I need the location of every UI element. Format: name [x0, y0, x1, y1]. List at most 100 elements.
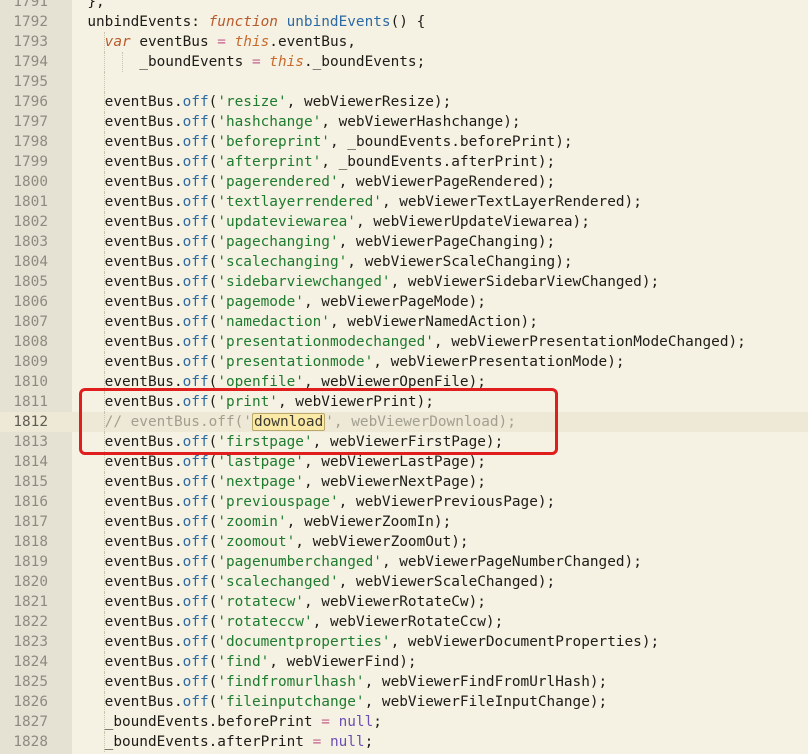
- code-line[interactable]: 1818 eventBus.off('zoomout', webViewerZo…: [0, 532, 808, 552]
- code-line[interactable]: 1801 eventBus.off('textlayerrendered', w…: [0, 192, 808, 212]
- code-token: 'beforeprint': [217, 134, 330, 150]
- code-line[interactable]: 1812 // eventBus.off(' download ', webView…: [0, 412, 808, 432]
- code-token: ;: [364, 734, 374, 750]
- code-token: eventBus.: [70, 314, 183, 330]
- code-token: 'openfile': [217, 374, 304, 390]
- code-line[interactable]: 1806 eventBus.off('pagemode', webViewerP…: [0, 292, 808, 312]
- code-text: // eventBus.off(' download ', webViewerDow…: [70, 412, 516, 432]
- code-token: ', webViewerDownload);: [325, 414, 516, 430]
- code-token: (: [208, 174, 218, 190]
- line-number: 1815: [13, 474, 48, 490]
- code-token: eventBus.: [70, 114, 183, 130]
- code-token: (: [208, 494, 218, 510]
- code-line[interactable]: 1815 eventBus.off('nextpage', webViewerN…: [0, 472, 808, 492]
- code-line[interactable]: 1825 eventBus.off('findfromurlhash', web…: [0, 672, 808, 692]
- code-token: =: [321, 714, 330, 730]
- code-token: off: [182, 214, 209, 230]
- code-line[interactable]: 1813 eventBus.off('firstpage', webViewer…: [0, 432, 808, 452]
- code-token: , webViewerPresentationModeChanged);: [433, 334, 746, 350]
- line-number: 1820: [13, 574, 48, 590]
- code-line[interactable]: 1803 eventBus.off('pagechanging', webVie…: [0, 232, 808, 252]
- code-token: 'find': [217, 654, 270, 670]
- code-line[interactable]: 1810 eventBus.off('openfile', webViewerO…: [0, 372, 808, 392]
- code-token: , webViewerFirstPage);: [312, 434, 504, 450]
- code-token: 'lastpage': [217, 454, 304, 470]
- code-token: eventBus.: [70, 214, 183, 230]
- code-text: eventBus.off('hashchange', webViewerHash…: [70, 112, 521, 132]
- code-token: , webViewerPresentationMode);: [373, 354, 625, 370]
- code-line[interactable]: 1814 eventBus.off('lastpage', webViewerL…: [0, 452, 808, 472]
- code-line[interactable]: 1805 eventBus.off('sidebarviewchanged', …: [0, 272, 808, 292]
- code-token: eventBus.: [70, 134, 183, 150]
- code-line[interactable]: 1800 eventBus.off('pagerendered', webVie…: [0, 172, 808, 192]
- code-line[interactable]: 1798 eventBus.off('beforeprint', _boundE…: [0, 132, 808, 152]
- line-number: 1793: [13, 34, 48, 50]
- code-token: (: [208, 634, 218, 650]
- code-line[interactable]: 1804 eventBus.off('scalechanging', webVi…: [0, 252, 808, 272]
- code-line[interactable]: 1794 _boundEvents = this._boundEvents;: [0, 52, 808, 72]
- code-token: eventBus.: [70, 294, 183, 310]
- code-token: , webViewerPageChanging);: [338, 234, 556, 250]
- code-line[interactable]: 1797 eventBus.off('hashchange', webViewe…: [0, 112, 808, 132]
- code-line[interactable]: 1820 eventBus.off('scalechanged', webVie…: [0, 572, 808, 592]
- code-text: eventBus.off('fileinputchange', webViewe…: [70, 692, 608, 712]
- code-line[interactable]: 1817 eventBus.off('zoomin', webViewerZoo…: [0, 512, 808, 532]
- code-line[interactable]: 1822 eventBus.off('rotateccw', webViewer…: [0, 612, 808, 632]
- code-line[interactable]: 1795: [0, 72, 808, 92]
- line-number: 1821: [13, 594, 48, 610]
- code-line[interactable]: 1802 eventBus.off('updateviewarea', webV…: [0, 212, 808, 232]
- code-text: eventBus.off('updateviewarea', webViewer…: [70, 212, 590, 232]
- code-token: , webViewerZoomOut);: [295, 534, 469, 550]
- code-token: 'previouspage': [217, 494, 339, 510]
- line-number: 1822: [13, 614, 48, 630]
- code-token: , webViewerRotateCw);: [303, 594, 486, 610]
- code-token: null: [338, 714, 374, 730]
- code-token: off: [182, 274, 209, 290]
- code-line[interactable]: 1793 var eventBus = this.eventBus,: [0, 32, 808, 52]
- code-token: },: [70, 0, 105, 10]
- code-token: (: [208, 614, 218, 630]
- code-editor[interactable]: 1791 }, 1792 unbindEvents: function unbin…: [0, 0, 808, 754]
- code-token: eventBus.: [70, 474, 183, 490]
- code-line[interactable]: 1821 eventBus.off('rotatecw', webViewerR…: [0, 592, 808, 612]
- code-lines: 1791 }, 1792 unbindEvents: function unbin…: [0, 0, 808, 752]
- code-line[interactable]: 1796 eventBus.off('resize', webViewerRes…: [0, 92, 808, 112]
- code-line[interactable]: 1826 eventBus.off('fileinputchange', web…: [0, 692, 808, 712]
- code-token: (: [208, 674, 218, 690]
- line-number: 1794: [13, 54, 48, 70]
- code-token: off: [182, 634, 209, 650]
- code-token: , webViewerPreviousPage);: [338, 494, 556, 510]
- code-token: 'pagechanging': [217, 234, 339, 250]
- code-line[interactable]: 1791 },: [0, 0, 808, 12]
- code-token: (: [208, 374, 218, 390]
- line-number: 1827: [13, 714, 48, 730]
- code-text: eventBus.off('print', webViewerPrint);: [70, 392, 434, 412]
- code-token: (: [208, 294, 218, 310]
- code-token: .eventBus,: [269, 34, 356, 50]
- code-token: (: [208, 334, 218, 350]
- code-line[interactable]: 1823 eventBus.off('documentproperties', …: [0, 632, 808, 652]
- code-text: eventBus.off('scalechanged', webViewerSc…: [70, 572, 556, 592]
- code-line[interactable]: 1811 eventBus.off('print', webViewerPrin…: [0, 392, 808, 412]
- code-token: =: [251, 54, 261, 70]
- code-token: 'pagemode': [217, 294, 304, 310]
- code-token: , webViewerUpdateViewarea);: [355, 214, 590, 230]
- code-token: eventBus.: [70, 514, 183, 530]
- code-token: =: [217, 34, 226, 50]
- code-line[interactable]: 1816 eventBus.off('previouspage', webVie…: [0, 492, 808, 512]
- line-number: 1819: [13, 554, 48, 570]
- code-token: 'zoomout': [217, 534, 296, 550]
- code-token: =: [312, 734, 322, 750]
- code-line[interactable]: 1828 _boundEvents.afterPrint = null;: [0, 732, 808, 752]
- code-line[interactable]: 1808 eventBus.off('presentationmodechang…: [0, 332, 808, 352]
- code-line[interactable]: 1827 _boundEvents.beforePrint = null;: [0, 712, 808, 732]
- code-line[interactable]: 1807 eventBus.off('namedaction', webView…: [0, 312, 808, 332]
- code-line[interactable]: 1819 eventBus.off('pagenumberchanged', w…: [0, 552, 808, 572]
- code-line[interactable]: 1792 unbindEvents: function unbindEvents…: [0, 12, 808, 32]
- code-line[interactable]: 1824 eventBus.off('find', webViewerFind)…: [0, 652, 808, 672]
- code-token: eventBus.: [70, 534, 183, 550]
- code-line[interactable]: 1809 eventBus.off('presentationmode', we…: [0, 352, 808, 372]
- code-token: , webViewerFileInputChange);: [364, 694, 608, 710]
- code-line[interactable]: 1799 eventBus.off('afterprint', _boundEv…: [0, 152, 808, 172]
